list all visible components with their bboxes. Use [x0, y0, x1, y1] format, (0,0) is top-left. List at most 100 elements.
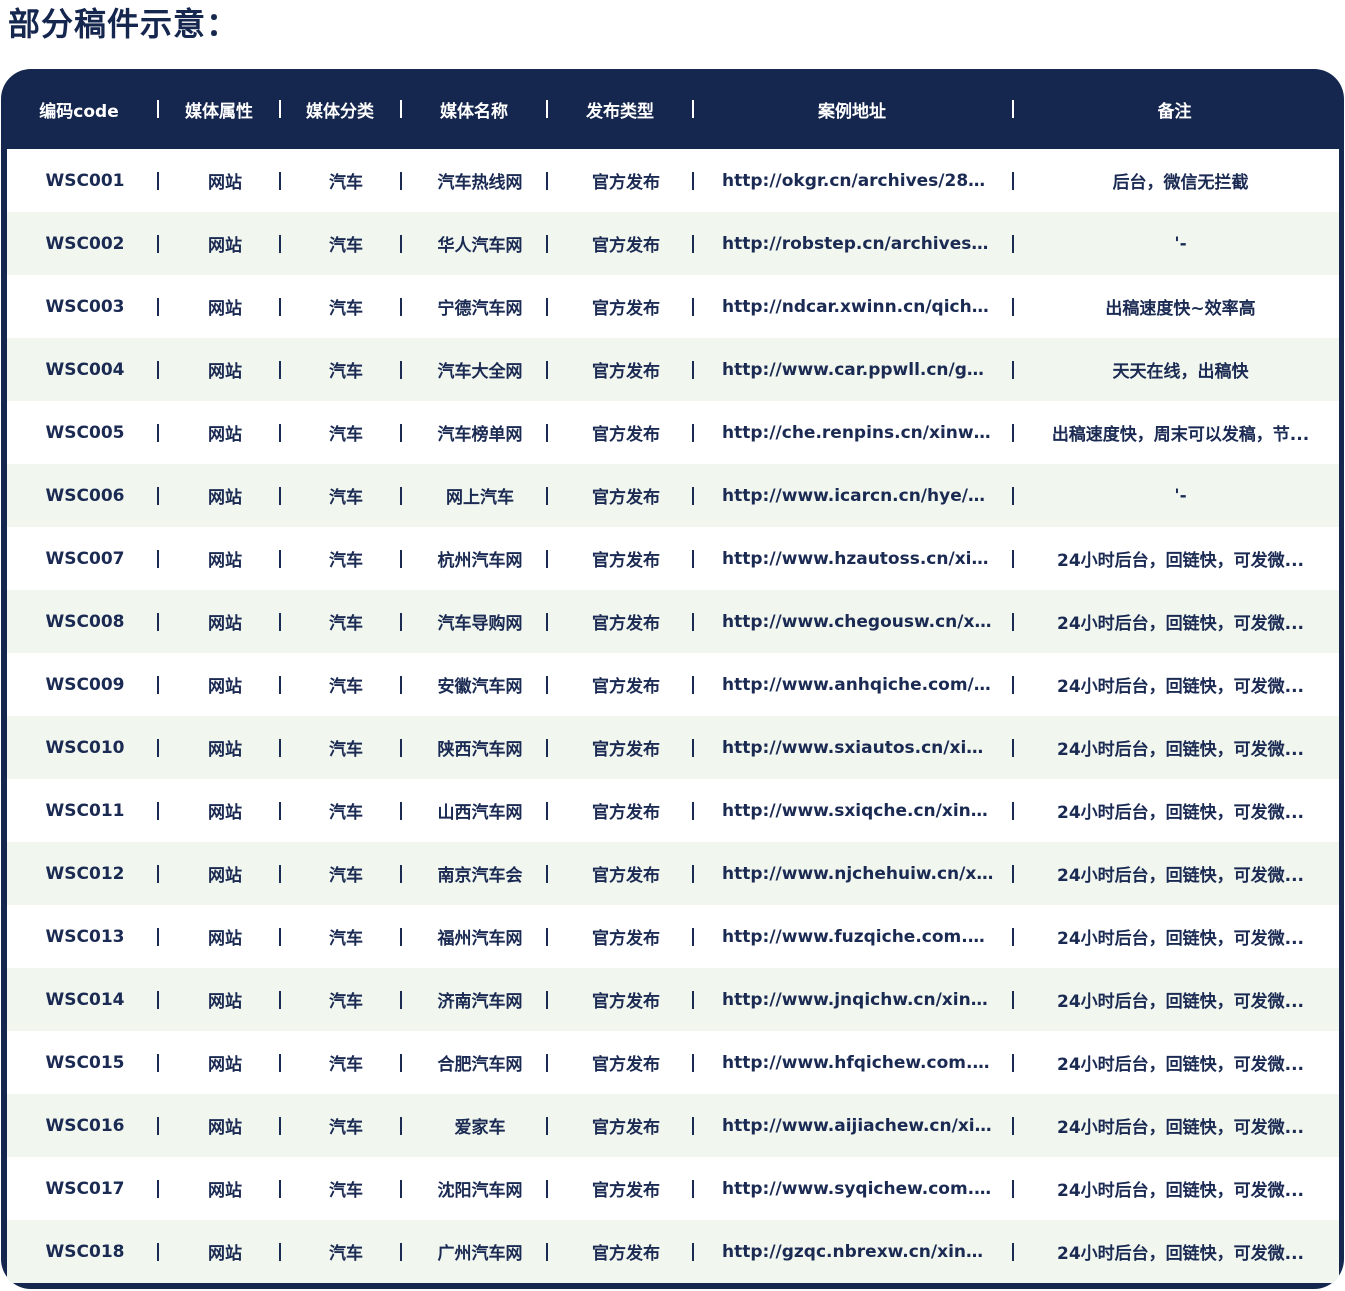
cell-media-name: 山西汽车网 — [437, 803, 523, 823]
cell-media-type: 网站 — [208, 803, 242, 823]
column-separator — [400, 1179, 402, 1198]
cell-media-category: 汽车 — [329, 425, 363, 445]
cell-media-name: 宁德汽车网 — [437, 299, 523, 319]
column-separator — [400, 100, 402, 118]
cell-media-category: 汽车 — [329, 1244, 363, 1264]
table-row: WSC011 网站 汽车 山西汽车网 官方发布 http://www.sxiqche.cn… — [7, 779, 1339, 842]
cell-media-type: 网站 — [208, 551, 242, 571]
cell-remark: 24小时后台，回链快，可发微... — [1056, 1118, 1305, 1138]
cell-media-type: 网站 — [208, 488, 242, 508]
column-separator — [692, 612, 694, 631]
column-separator — [1012, 927, 1014, 946]
cell-case-url[interactable]: http://www.hfqichew.com.c... — [704, 1031, 1012, 1094]
cell-case-url[interactable]: http://www.chegousw.cn/xi... — [704, 590, 1012, 653]
column-separator — [546, 1179, 548, 1198]
cell-case-url[interactable]: http://okgr.cn/archives/28671 — [704, 149, 1012, 212]
column-separator — [1012, 1242, 1014, 1261]
column-separator — [157, 297, 159, 316]
cell-media-category: 汽车 — [329, 929, 363, 949]
cell-publish-type: 官方发布 — [592, 1181, 660, 1201]
table-row: WSC013 网站 汽车 福州汽车网 官方发布 http://www.fuzqiche.c… — [7, 905, 1339, 968]
header-media-type: 媒体属性 — [185, 101, 253, 122]
column-separator — [279, 1242, 281, 1261]
cell-code: WSC002 — [45, 233, 125, 254]
cell-case-url[interactable]: http://www.sxiautos.cn/xin... — [704, 716, 1012, 779]
cell-media-name: 陕西汽车网 — [437, 740, 523, 760]
cell-case-url[interactable]: http://www.syqichew.com.c... — [704, 1157, 1012, 1220]
cell-remark: 后台，微信无拦截 — [1112, 173, 1249, 193]
column-separator — [400, 801, 402, 820]
cell-code: WSC014 — [45, 989, 125, 1010]
cell-code: WSC016 — [45, 1115, 125, 1136]
column-separator — [692, 864, 694, 883]
header-case-url: 案例地址 — [818, 101, 886, 122]
cell-publish-type: 官方发布 — [592, 1244, 660, 1264]
column-separator — [279, 171, 281, 190]
column-separator — [1012, 1116, 1014, 1135]
cell-case-url[interactable]: http://www.njchehuiw.cn/xi... — [704, 842, 1012, 905]
column-separator — [1012, 297, 1014, 316]
column-separator — [157, 990, 159, 1009]
cell-case-url[interactable]: http://www.jnqichw.cn/xinw... — [704, 968, 1012, 1031]
cell-case-url[interactable]: http://www.car.ppwll.cn/gu... — [704, 338, 1012, 401]
table-row: WSC004 网站 汽车 汽车大全网 官方发布 http://www.car.ppwll.… — [7, 338, 1339, 401]
column-separator — [400, 864, 402, 883]
cell-case-url[interactable]: http://www.icarcn.cn/hye/1... — [704, 464, 1012, 527]
column-separator — [692, 100, 694, 118]
cell-media-name: 广州汽车网 — [437, 1244, 523, 1264]
column-separator — [279, 1053, 281, 1072]
column-separator — [546, 1116, 548, 1135]
column-separator — [157, 927, 159, 946]
column-separator — [692, 1116, 694, 1135]
column-separator — [157, 864, 159, 883]
cell-media-type: 网站 — [208, 362, 242, 382]
table-row: WSC006 网站 汽车 网上汽车 官方发布 http://www.icarcn.cn/h… — [7, 464, 1339, 527]
cell-remark: 24小时后台，回链快，可发微... — [1056, 1181, 1305, 1201]
column-separator — [1012, 1053, 1014, 1072]
column-separator — [157, 801, 159, 820]
column-separator — [400, 423, 402, 442]
column-separator — [400, 234, 402, 253]
cell-media-type: 网站 — [208, 740, 242, 760]
cell-case-url[interactable]: http://www.sxiqche.cn/xinw... — [704, 779, 1012, 842]
cell-media-type: 网站 — [208, 992, 242, 1012]
column-separator — [692, 297, 694, 316]
table-body: WSC001 网站 汽车 汽车热线网 官方发布 http://okgr.cn/archiv… — [7, 149, 1339, 1283]
cell-remark: 24小时后台，回链快，可发微... — [1056, 929, 1305, 949]
column-separator — [1012, 423, 1014, 442]
cell-media-category: 汽车 — [329, 488, 363, 508]
cell-case-url[interactable]: http://www.anhqiche.com/xi... — [704, 653, 1012, 716]
cell-media-category: 汽车 — [329, 614, 363, 634]
cell-publish-type: 官方发布 — [592, 929, 660, 949]
cell-case-url[interactable]: http://ndcar.xwinn.cn/qiche/... — [704, 275, 1012, 338]
cell-code: WSC003 — [45, 296, 125, 317]
table-row: WSC002 网站 汽车 华人汽车网 官方发布 http://robstep.cn/arc… — [7, 212, 1339, 275]
cell-case-url[interactable]: http://gzqc.nbrexw.cn/xinw... — [704, 1220, 1012, 1283]
cell-case-url[interactable]: http://www.fuzqiche.com.cn... — [704, 905, 1012, 968]
cell-code: WSC007 — [45, 548, 125, 569]
column-separator — [692, 990, 694, 1009]
column-separator — [157, 675, 159, 694]
cell-case-url[interactable]: http://che.renpins.cn/xinwe... — [704, 401, 1012, 464]
column-separator — [546, 864, 548, 883]
table-header-row: 编码code 媒体属性 媒体分类 媒体名称 发布类型 案例地址 备注 — [1, 69, 1344, 149]
cell-media-name: 济南汽车网 — [437, 992, 523, 1012]
page-title: 部分稿件示意： — [8, 5, 240, 43]
cell-publish-type: 官方发布 — [592, 551, 660, 571]
cell-media-type: 网站 — [208, 1055, 242, 1075]
column-separator — [279, 927, 281, 946]
cell-publish-type: 官方发布 — [592, 992, 660, 1012]
cell-publish-type: 官方发布 — [592, 866, 660, 886]
column-separator — [400, 360, 402, 379]
cell-case-url[interactable]: http://robstep.cn/archives/2... — [704, 212, 1012, 275]
cell-media-type: 网站 — [208, 173, 242, 193]
cell-case-url[interactable]: http://www.hzautoss.cn/xin... — [704, 527, 1012, 590]
column-separator — [400, 549, 402, 568]
column-separator — [157, 738, 159, 757]
cell-publish-type: 官方发布 — [592, 1055, 660, 1075]
column-separator — [157, 234, 159, 253]
cell-case-url[interactable]: http://www.aijiachew.cn/xin... — [704, 1094, 1012, 1157]
column-separator — [279, 864, 281, 883]
column-separator — [546, 423, 548, 442]
cell-media-type: 网站 — [208, 1181, 242, 1201]
